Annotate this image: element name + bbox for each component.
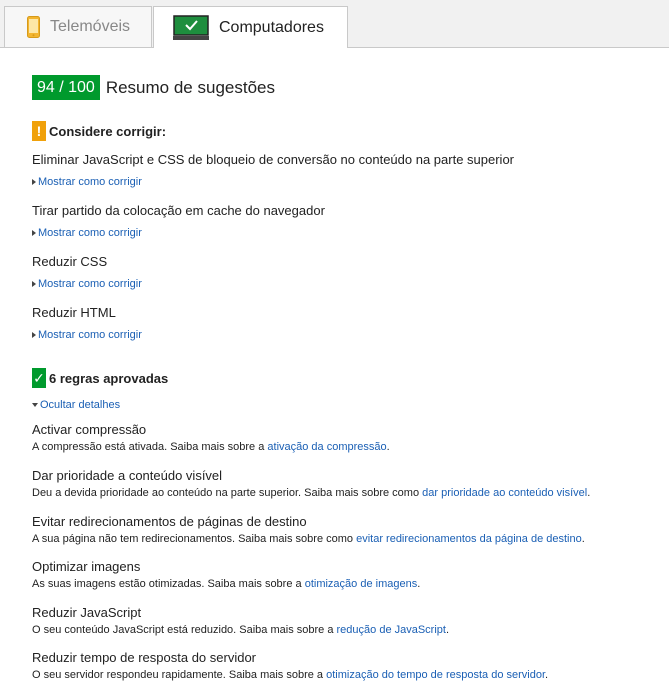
consider-rule: Eliminar JavaScript e CSS de bloqueio de… <box>32 152 652 188</box>
passed-title: 6 regras aprovadas <box>49 370 169 386</box>
passed-rule-title: Evitar redirecionamentos de páginas de d… <box>32 514 307 529</box>
passed-rule: Activar compressão A compressão está ati… <box>32 422 662 453</box>
passed-rule-title: Activar compressão <box>32 422 147 437</box>
learn-more-link[interactable]: evitar redirecionamentos da página de de… <box>356 533 582 545</box>
passed-rule-desc: A sua página não tem redirecionamentos. … <box>32 533 585 545</box>
passed-rule-title: Reduzir tempo de resposta do servidor <box>32 650 257 665</box>
consider-title: Considere corrigir: <box>49 123 167 139</box>
passed-rule: Reduzir JavaScript O seu conteúdo JavaSc… <box>32 605 662 636</box>
consider-header: ! Considere corrigir: <box>32 121 166 141</box>
consider-rule: Reduzir HTML Mostrar como corrigir <box>32 305 652 341</box>
show-fix-link[interactable]: Mostrar como corrigir <box>32 278 652 290</box>
passed-rule-desc: A compressão está ativada. Saiba mais so… <box>32 441 390 453</box>
passed-header: ✓ 6 regras aprovadas <box>32 368 168 388</box>
passed-rule: Reduzir tempo de resposta do servidor O … <box>32 650 662 681</box>
learn-more-link[interactable]: otimização do tempo de resposta do servi… <box>326 669 545 681</box>
score-badge: 94 / 100 <box>32 75 100 100</box>
rule-title: Reduzir CSS <box>32 254 108 269</box>
score-summary: 94 / 100 Resumo de sugestões <box>32 75 275 100</box>
passed-rule-title: Reduzir JavaScript <box>32 605 142 620</box>
hide-details-link[interactable]: Ocultar detalhes <box>32 399 120 411</box>
passed-rule: Evitar redirecionamentos de páginas de d… <box>32 514 662 545</box>
passed-rule-desc: As suas imagens estão otimizadas. Saiba … <box>32 578 421 590</box>
consider-rule: Tirar partido da colocação em cache do n… <box>32 203 652 239</box>
rule-title: Eliminar JavaScript e CSS de bloqueio de… <box>32 152 515 167</box>
passed-rule-desc: O seu conteúdo JavaScript está reduzido.… <box>32 624 450 636</box>
show-fix-link[interactable]: Mostrar como corrigir <box>32 176 652 188</box>
passed-rule-desc: Deu a devida prioridade ao conteúdo na p… <box>32 487 591 499</box>
passed-rule-desc: O seu servidor respondeu rapidamente. Sa… <box>32 669 549 681</box>
rule-title: Reduzir HTML <box>32 305 116 320</box>
tab-desktop[interactable]: Computadores <box>153 6 348 48</box>
caret-right-icon <box>32 179 36 185</box>
show-fix-link[interactable]: Mostrar como corrigir <box>32 329 652 341</box>
show-fix-link[interactable]: Mostrar como corrigir <box>32 227 652 239</box>
monitor-icon <box>173 14 209 40</box>
learn-more-link[interactable]: redução de JavaScript <box>337 624 446 636</box>
warning-icon: ! <box>32 121 46 141</box>
learn-more-link[interactable]: ativação da compressão <box>267 441 386 453</box>
caret-right-icon <box>32 332 36 338</box>
caret-right-icon <box>32 230 36 236</box>
learn-more-link[interactable]: dar prioridade ao conteúdo visível <box>422 487 587 499</box>
check-icon: ✓ <box>32 368 46 388</box>
summary-title: Resumo de sugestões <box>105 77 275 97</box>
passed-rule: Dar prioridade a conteúdo visível Deu a … <box>32 468 662 499</box>
tab-mobile-label: Telemóveis <box>50 18 131 35</box>
passed-rule-title: Optimizar imagens <box>32 559 141 574</box>
caret-down-icon <box>32 403 38 407</box>
phone-icon <box>27 16 40 38</box>
tab-desktop-label: Computadores <box>219 18 324 36</box>
tab-mobile[interactable]: Telemóveis <box>4 6 152 47</box>
learn-more-link[interactable]: otimização de imagens <box>305 578 418 590</box>
rule-title: Tirar partido da colocação em cache do n… <box>32 203 325 218</box>
passed-rule: Optimizar imagens As suas imagens estão … <box>32 559 662 590</box>
passed-rule-title: Dar prioridade a conteúdo visível <box>32 468 223 483</box>
consider-rule: Reduzir CSS Mostrar como corrigir <box>32 254 652 290</box>
device-tabs: Telemóveis Computadores <box>0 0 669 48</box>
caret-right-icon <box>32 281 36 287</box>
